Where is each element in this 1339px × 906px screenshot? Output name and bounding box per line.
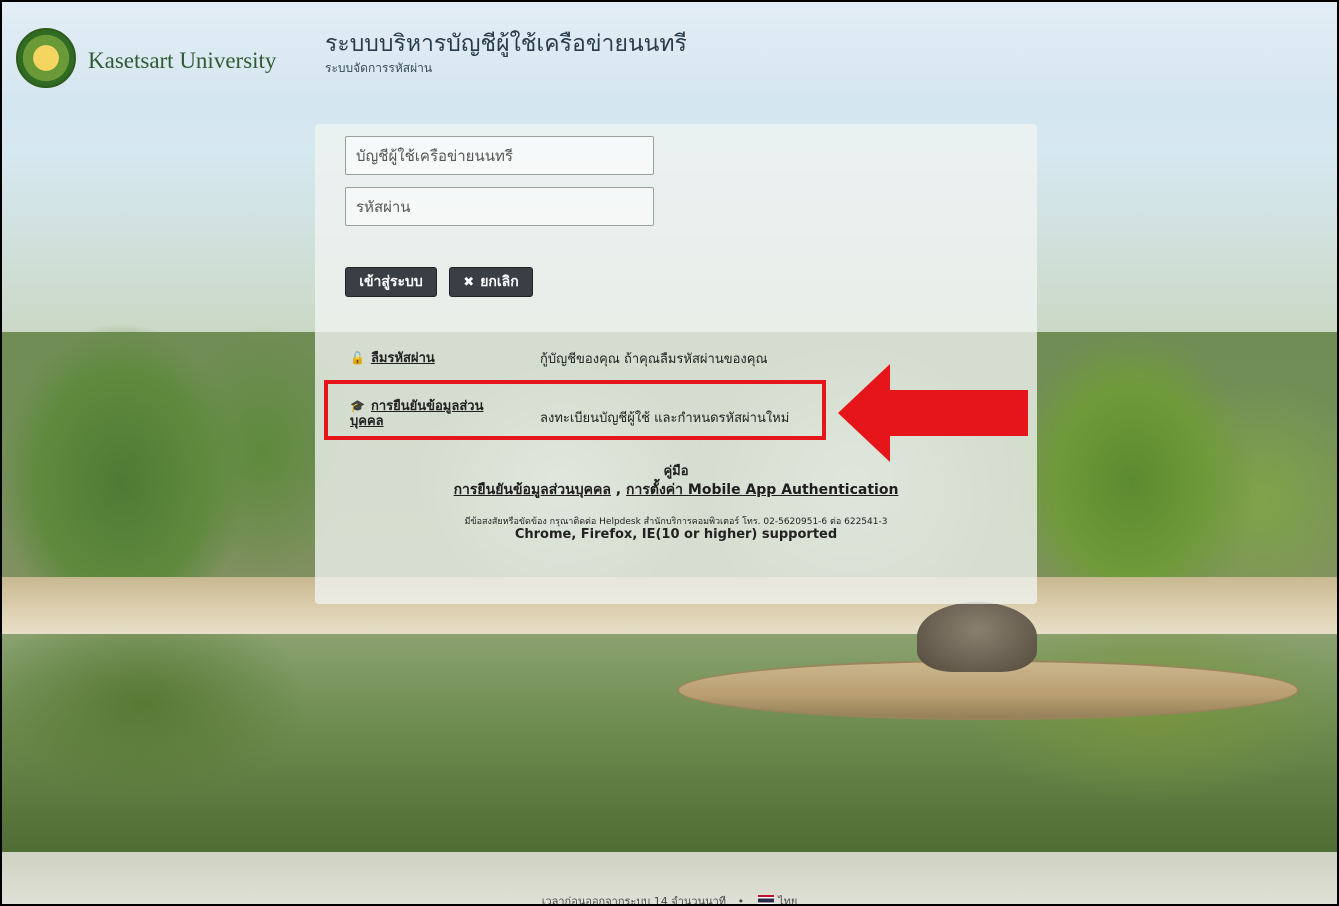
x-icon: ✖ — [463, 274, 475, 290]
forgot-password-desc: กู้บัญชีของคุณ ถ้าคุณลืมรหัสผ่านของคุณ — [540, 352, 768, 367]
unlock-icon: 🔓 — [350, 351, 365, 365]
forgot-password-link[interactable]: ลืมรหัสผ่าน — [371, 351, 435, 366]
forgot-password-row: 🔓 ลืมรหัสผ่าน — [350, 347, 435, 368]
cancel-button[interactable]: ✖ ยกเลิก — [449, 267, 533, 297]
browser-frame: Kasetsart University ระบบบริหารบัญชีผู้ใ… — [0, 0, 1339, 906]
footer-dot: • — [737, 895, 745, 906]
system-title: ระบบบริหารบัญชีผู้ใช้เครือข่ายนนทรี — [325, 31, 687, 57]
manual-links: การยืนยันข้อมูลส่วนบุคคล , การตั้งค่า Mo… — [315, 479, 1037, 501]
manual-separator: , — [610, 482, 627, 498]
cancel-label: ยกเลิก — [480, 274, 519, 290]
manual-verify-link[interactable]: การยืนยันข้อมูลส่วนบุคคล — [454, 482, 611, 498]
password-input[interactable] — [345, 187, 654, 226]
red-arrow-icon — [838, 364, 1028, 462]
thai-flag-icon — [758, 895, 775, 904]
footer: เวลาก่อนออกจากระบบ 14 จำนวนนาที • ไทย — [2, 892, 1337, 906]
university-logo — [16, 28, 76, 88]
highlight-box — [324, 380, 826, 440]
language-link[interactable]: ไทย — [778, 895, 797, 904]
manual-mobile-auth-link[interactable]: การตั้งค่า Mobile App Authentication — [626, 482, 898, 498]
manual-title: คู่มือ — [663, 464, 689, 479]
system-subtitle: ระบบจัดการรหัสผ่าน — [325, 61, 433, 75]
statue — [917, 602, 1037, 672]
header: Kasetsart University ระบบบริหารบัญชีผู้ใ… — [2, 2, 1337, 100]
browser-support: Chrome, Firefox, IE(10 or higher) suppor… — [514, 527, 838, 542]
login-button[interactable]: เข้าสู่ระบบ — [345, 267, 437, 297]
contact-info: มีข้อสงสัยหรือขัดข้อง กรุณาติดต่อ Helpde… — [464, 517, 888, 527]
username-input[interactable] — [345, 136, 654, 175]
brand-name: Kasetsart University — [88, 48, 277, 73]
session-timer: เวลาก่อนออกจากระบบ 14 จำนวนนาที — [541, 895, 727, 906]
